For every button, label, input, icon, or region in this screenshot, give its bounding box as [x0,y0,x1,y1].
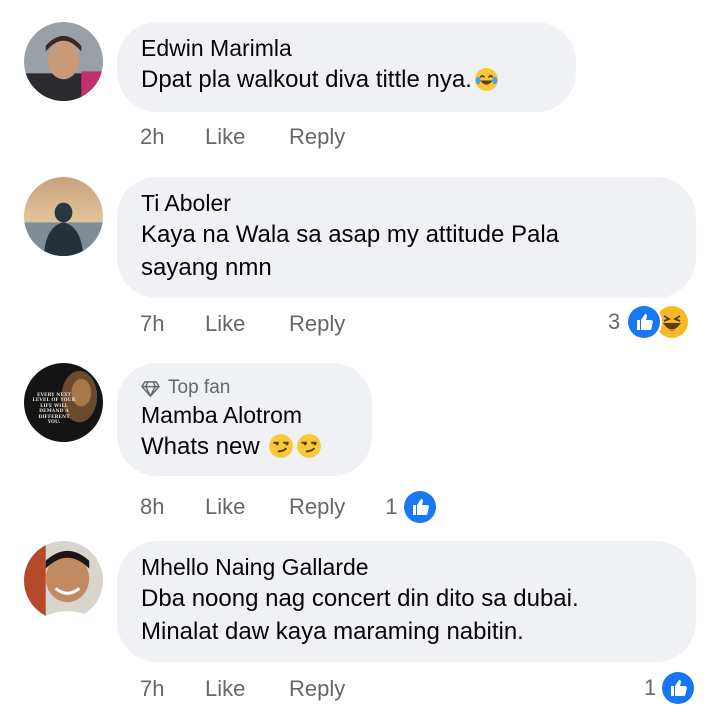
like-reaction-icon [626,304,663,340]
comment-actions: 7h Like Reply [140,676,345,702]
avatar-quote-text: EVERY NEXT LEVEL OF YOUR LIFE WILL DEMAN… [32,393,76,426]
like-reaction-icon [660,670,697,706]
comment-text-line: Kaya na Wala sa asap my attitude Pala [141,221,560,248]
like-button[interactable]: Like [205,494,289,520]
reply-button[interactable]: Reply [289,494,345,520]
comment-bubble: Mhello Naing Gallarde Dba noong nag conc… [117,541,696,662]
like-button[interactable]: Like [205,311,289,337]
like-button[interactable]: Like [205,676,289,702]
comment-text: Dpat pla walkout diva tittle nya. [141,63,550,96]
reaction-count: 1 [385,494,398,519]
avatar[interactable]: EVERY NEXT LEVEL OF YOUR LIFE WILL DEMAN… [24,363,103,442]
avatar-photo [24,541,103,620]
smirk-emoji-icon [296,433,322,459]
avatar-photo [24,22,103,101]
reaction-count: 1 [644,675,657,700]
comment-timestamp[interactable]: 7h [140,311,205,337]
comment-text-line: Dba noong nag concert din dito sa dubai. [141,585,579,612]
comment-bubble: Ti Aboler Kaya na Wala sa asap my attitu… [117,177,696,298]
smirk-emoji-icon [268,433,294,459]
reaction-count: 3 [608,309,621,334]
comment-bubble: Top fan Mamba Alotrom Whats new [117,363,372,476]
comment-text-line: Minalat daw kaya maraming nabitin. [141,618,524,645]
reply-button[interactable]: Reply [289,676,345,702]
comment-actions: 8h Like Reply 1 [140,489,438,525]
reaction-summary[interactable]: 3 [608,304,691,340]
reaction-summary[interactable]: 1 [385,489,438,525]
comment-timestamp[interactable]: 8h [140,494,205,520]
comment-text: Dba noong nag concert din dito sa dubai.… [141,582,670,648]
comment-actions: 2h Like Reply [140,124,345,150]
comment-text-body: Dpat pla walkout diva tittle nya. [141,66,472,93]
laughing-tears-emoji-icon [474,67,499,92]
comment-bubble: Edwin Marimla Dpat pla walkout diva titt… [117,22,576,112]
avatar[interactable] [24,22,103,101]
commenter-name[interactable]: Mhello Naing Gallarde [141,553,670,582]
comment-timestamp[interactable]: 2h [140,124,205,150]
comment-text: Kaya na Wala sa asap my attitude Pala sa… [141,218,670,284]
like-button[interactable]: Like [205,124,289,150]
comment-text-line: sayang nmn [141,254,272,281]
diamond-icon [141,379,160,398]
comment-text: Whats new [141,430,346,463]
comment-timestamp[interactable]: 7h [140,676,205,702]
commenter-name[interactable]: Mamba Alotrom [141,401,346,430]
reply-button[interactable]: Reply [289,311,345,337]
top-fan-label: Top fan [168,377,231,398]
avatar[interactable] [24,541,103,620]
commenter-name[interactable]: Edwin Marimla [141,34,550,63]
reaction-summary[interactable]: 1 [644,670,697,706]
like-reaction-icon [401,489,438,525]
avatar-photo [24,177,103,256]
reply-button[interactable]: Reply [289,124,345,150]
top-fan-badge: Top fan [141,377,346,399]
avatar[interactable] [24,177,103,256]
comment-text-body: Whats new [141,433,260,460]
comment-actions: 7h Like Reply [140,311,345,337]
commenter-name[interactable]: Ti Aboler [141,189,670,218]
